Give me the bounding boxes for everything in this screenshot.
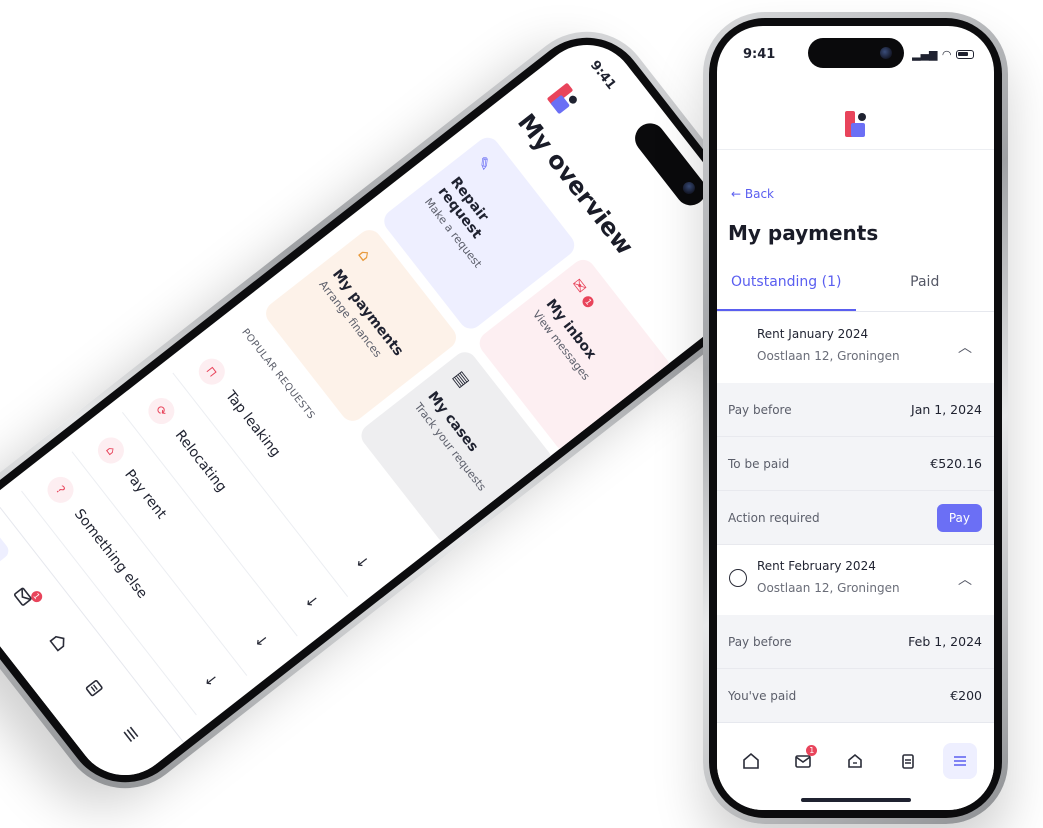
- tab-outstanding[interactable]: Outstanding (1): [717, 266, 856, 311]
- payment-name: Rent February 2024: [757, 559, 876, 573]
- payment-tabs: Outstanding (1) Paid: [717, 266, 994, 312]
- nav-cases[interactable]: [891, 743, 925, 779]
- wifi-icon: ◠: [942, 47, 951, 61]
- status-time: 9:41: [743, 46, 776, 62]
- payments-list: Rent January 2024 Oostlaan 12, Groningen…: [717, 313, 994, 723]
- payment-row: You've paid €200: [717, 669, 994, 723]
- app-header: [717, 98, 994, 150]
- payment-row: Action required Pay: [717, 491, 994, 545]
- row-value: Jan 1, 2024: [911, 402, 982, 417]
- request-label: Pay rent: [121, 466, 170, 522]
- home-indicator: [800, 798, 911, 802]
- payments-phone: 9:41 ▂▄▆ ◠ ← Back My payments Outstandin…: [703, 12, 1008, 824]
- payment-row: Pay before Feb 1, 2024: [717, 615, 994, 669]
- brand-logo: [844, 110, 867, 137]
- payments-icon: [49, 635, 65, 652]
- brand-logo: [546, 82, 581, 116]
- bottom-nav: 1: [717, 722, 994, 810]
- signal-icon: ▂▄▆: [912, 47, 938, 61]
- payments-icon: [848, 753, 863, 768]
- arrow-down-icon: ↓: [300, 591, 323, 613]
- row-label: Pay before: [728, 634, 792, 649]
- nav-menu[interactable]: [942, 743, 977, 779]
- row-label: You've paid: [728, 688, 797, 703]
- overview-phone: 9:41 ▂▄▆ ◠ My overview ✎ Repair request …: [0, 5, 808, 815]
- payment-address: Oostlaan 12, Groningen: [757, 349, 900, 363]
- nav-menu[interactable]: [106, 710, 155, 759]
- row-label: Pay before: [728, 402, 792, 417]
- house-icon: ⌂: [93, 431, 130, 469]
- chevron-up-icon[interactable]: ︿: [958, 569, 972, 589]
- nav-payments[interactable]: [838, 743, 872, 779]
- menu-icon: [953, 756, 966, 766]
- status-time: 9:41: [586, 57, 619, 93]
- cases-icon: [901, 754, 914, 769]
- chevron-up-icon[interactable]: ︿: [958, 337, 972, 357]
- nav-home[interactable]: [0, 525, 12, 575]
- tab-paid[interactable]: Paid: [856, 266, 995, 311]
- inbox-badge: 1: [580, 294, 596, 310]
- row-value: €200: [950, 688, 982, 703]
- cases-icon: [86, 680, 103, 697]
- home-icon: [0, 536, 1, 564]
- status-icons: ▂▄▆ ◠: [912, 48, 974, 61]
- relocate-icon: ⟳: [143, 392, 181, 429]
- overview-screen: 9:41 ▂▄▆ ◠ My overview ✎ Repair request …: [0, 24, 788, 796]
- row-value: Feb 1, 2024: [908, 634, 982, 649]
- nav-home[interactable]: [734, 743, 768, 779]
- payment-header[interactable]: Rent February 2024 Oostlaan 12, Groninge…: [717, 545, 994, 615]
- row-value: €520.16: [930, 456, 982, 471]
- row-label: Action required: [728, 510, 820, 525]
- select-radio[interactable]: [729, 569, 747, 587]
- payment-item: Rent February 2024 Oostlaan 12, Groninge…: [717, 545, 994, 723]
- payment-header[interactable]: Rent January 2024 Oostlaan 12, Groningen…: [717, 313, 994, 383]
- arrow-down-icon: ↓: [250, 630, 273, 652]
- payment-address: Oostlaan 12, Groningen: [757, 581, 900, 595]
- nav-payments[interactable]: [34, 618, 83, 667]
- payment-name: Rent January 2024: [757, 327, 869, 341]
- payment-row: Pay before Jan 1, 2024: [717, 383, 994, 437]
- status-bar: 9:41 ▂▄▆ ◠: [743, 44, 974, 64]
- home-icon: [743, 752, 759, 769]
- tap-icon: ⊓: [193, 353, 231, 390]
- arrow-down-icon: ↓: [351, 551, 373, 573]
- battery-icon: [956, 49, 974, 59]
- back-link[interactable]: ← Back: [731, 187, 774, 201]
- request-label: Relocating: [172, 427, 231, 495]
- payment-row: To be paid €520.16: [717, 437, 994, 491]
- nav-inbox[interactable]: 1: [0, 572, 48, 621]
- page-title: My payments: [728, 221, 879, 245]
- nav-inbox[interactable]: 1: [786, 743, 820, 779]
- inbox-badge: 1: [806, 745, 818, 756]
- menu-icon: [123, 726, 139, 742]
- pay-button[interactable]: Pay: [936, 503, 982, 532]
- arrow-down-icon: ↓: [199, 669, 222, 691]
- payments-screen: 9:41 ▂▄▆ ◠ ← Back My payments Outstandin…: [717, 26, 994, 810]
- payment-item: Rent January 2024 Oostlaan 12, Groningen…: [717, 313, 994, 545]
- row-label: To be paid: [728, 456, 790, 471]
- help-icon: ?: [42, 471, 80, 508]
- nav-cases[interactable]: [70, 664, 119, 713]
